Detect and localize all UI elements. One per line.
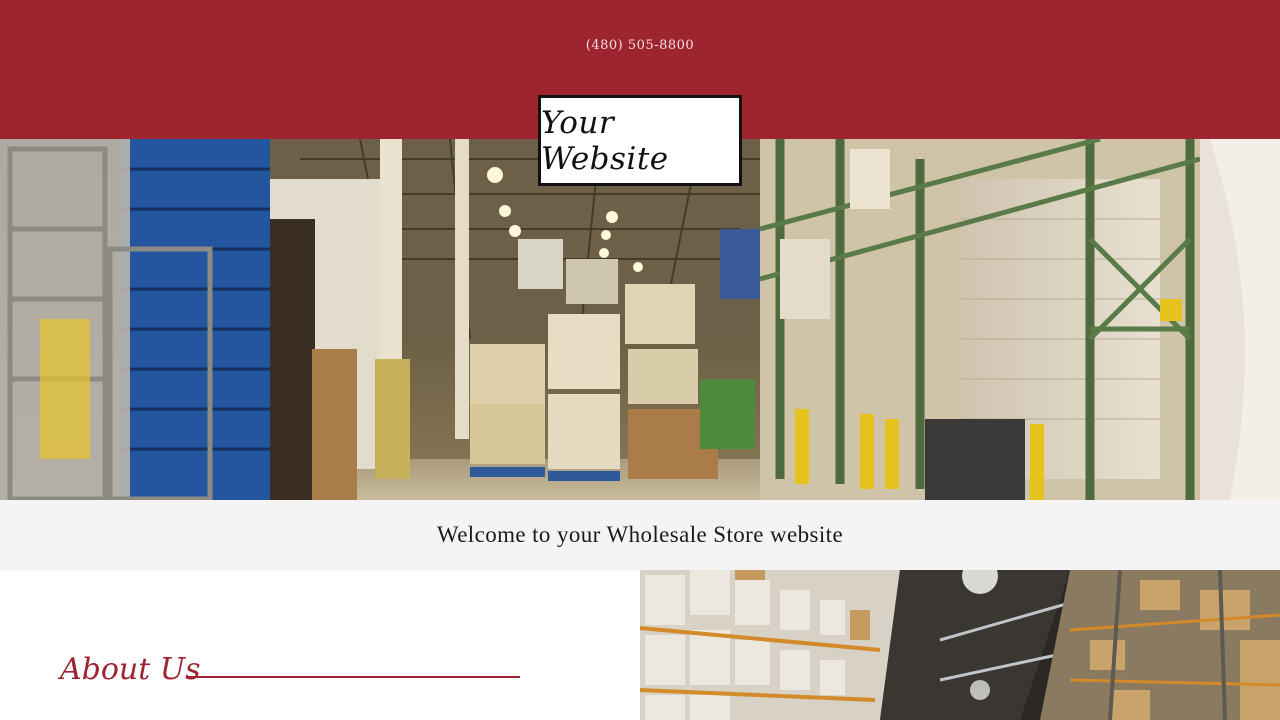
site-logo-text: Your Website bbox=[541, 104, 669, 177]
site-logo[interactable]: Your Website bbox=[538, 95, 742, 186]
about-us-heading: About Us bbox=[60, 652, 201, 687]
warehouse-shelving-photo bbox=[640, 570, 1280, 720]
warehouse-interior-photo bbox=[0, 139, 1280, 500]
hero-image bbox=[0, 139, 1280, 500]
about-us-divider bbox=[187, 676, 520, 678]
welcome-text: Welcome to your Wholesale Store website bbox=[436, 522, 844, 547]
phone-number-link[interactable]: (480) 505-8800 bbox=[0, 38, 1280, 53]
welcome-banner: Welcome to your Wholesale Store website bbox=[0, 500, 1280, 570]
about-image bbox=[640, 570, 1280, 720]
